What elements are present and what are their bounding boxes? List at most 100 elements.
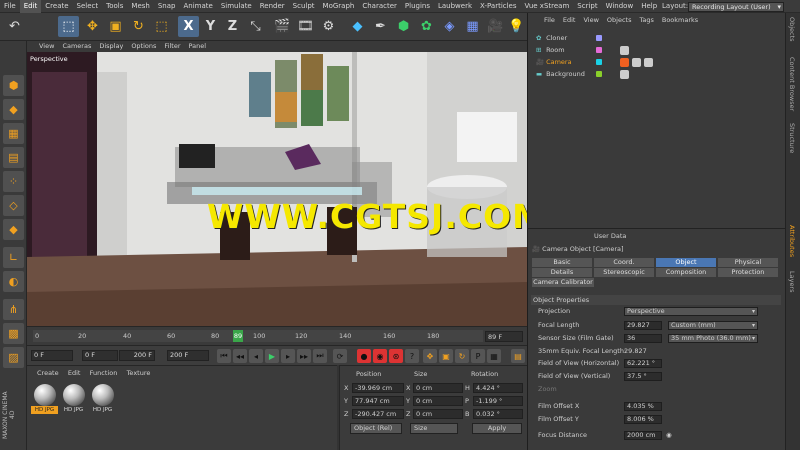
next-frame-icon[interactable]: ▸ xyxy=(281,349,295,363)
sensor-size-field[interactable]: 36 xyxy=(624,334,662,343)
side-tab-layers[interactable]: Layers xyxy=(788,271,796,293)
points-mode-icon[interactable]: ⁘ xyxy=(3,171,24,192)
mat-menu-function[interactable]: Function xyxy=(90,369,118,377)
coord-mode-dropdown[interactable]: Object (Rel) xyxy=(350,423,402,434)
floor-icon[interactable]: ▦ xyxy=(462,16,483,37)
render-pv-icon[interactable]: 🎞 xyxy=(295,16,316,37)
fov-vertical-field[interactable]: 37.5 ° xyxy=(624,372,662,381)
timeline-window-icon[interactable]: ▤ xyxy=(511,349,525,363)
menu-edit[interactable]: Edit xyxy=(19,0,42,13)
tab-stereoscopic[interactable]: Stereoscopic xyxy=(594,268,654,277)
focal-length-field[interactable]: 29.827 xyxy=(624,321,662,330)
viewport[interactable]: Perspective WWW.CGTSJ.COM xyxy=(27,52,527,326)
object-row-cloner[interactable]: ✿ Cloner xyxy=(536,33,781,44)
protection-tag-icon[interactable] xyxy=(620,58,629,67)
cube-icon[interactable]: ◆ xyxy=(347,16,368,37)
move-icon[interactable]: ✥ xyxy=(82,16,103,37)
material-swatch[interactable]: HD JPG xyxy=(60,384,87,420)
play-icon[interactable]: ▶ xyxy=(265,349,279,363)
material-tag-icon[interactable] xyxy=(620,46,629,55)
position-z-field[interactable]: -290.427 cm xyxy=(352,409,404,419)
projection-dropdown[interactable]: Perspective xyxy=(624,307,758,316)
side-tab-objects[interactable]: Objects xyxy=(788,17,796,42)
tab-camera-calibrator[interactable]: Camera Calibrator xyxy=(532,278,594,287)
position-x-field[interactable]: -39.969 cm xyxy=(352,383,404,393)
menu-file[interactable]: File xyxy=(0,0,20,13)
go-to-start-icon[interactable]: ⏮ xyxy=(217,349,231,363)
fov-horizontal-field[interactable]: 62.221 ° xyxy=(624,359,662,368)
menu-mesh[interactable]: Mesh xyxy=(127,0,153,13)
vp-menu-cameras[interactable]: Cameras xyxy=(58,41,95,52)
om-menu-edit[interactable]: Edit xyxy=(559,15,580,26)
rotation-b-field[interactable]: 0.032 ° xyxy=(473,409,523,419)
om-menu-bookmarks[interactable]: Bookmarks xyxy=(658,15,702,26)
render-view-icon[interactable]: 🎬 xyxy=(272,16,293,37)
pen-spline-icon[interactable]: ✒ xyxy=(370,16,391,37)
tab-physical[interactable]: Physical xyxy=(718,258,778,267)
snapping-icon[interactable]: ⋔ xyxy=(3,299,24,320)
cloner-icon[interactable]: ✿ xyxy=(416,16,437,37)
pick-focus-icon[interactable]: ◉ xyxy=(666,430,672,441)
object-row-camera[interactable]: 🎥 Camera xyxy=(536,57,781,68)
vp-menu-options[interactable]: Options xyxy=(127,41,160,52)
live-selection-icon[interactable]: ⬚ xyxy=(58,16,79,37)
lock-workplane-icon[interactable]: ▨ xyxy=(3,347,24,368)
menu-snap[interactable]: Snap xyxy=(154,0,180,13)
object-row-background[interactable]: ▬ Background xyxy=(536,69,781,80)
side-tab-attributes[interactable]: Attributes xyxy=(788,225,796,257)
om-menu-file[interactable]: File xyxy=(540,15,559,26)
playhead[interactable]: 89 xyxy=(233,330,243,342)
vp-menu-filter[interactable]: Filter xyxy=(160,41,184,52)
coordinate-system-icon[interactable]: ⤡ xyxy=(245,16,266,37)
om-menu-tags[interactable]: Tags xyxy=(635,15,657,26)
current-frame-field[interactable]: 89 F xyxy=(485,331,523,342)
menu-vue-xstream[interactable]: Vue xStream xyxy=(521,0,574,13)
axis-mode-icon[interactable]: ∟ xyxy=(3,247,24,268)
vp-menu-display[interactable]: Display xyxy=(95,41,127,52)
focal-preset-dropdown[interactable]: Custom (mm) xyxy=(668,321,758,330)
auto-key-icon[interactable]: ◉ xyxy=(373,349,387,363)
scale-icon[interactable]: ▣ xyxy=(105,16,126,37)
tab-coord[interactable]: Coord. xyxy=(594,258,654,267)
rotate-icon[interactable]: ↻ xyxy=(128,16,149,37)
menu-mograph[interactable]: MoGraph xyxy=(319,0,359,13)
recent-tool-icon[interactable]: ⬚ xyxy=(151,16,172,37)
rotation-p-field[interactable]: -1.199 ° xyxy=(473,396,523,406)
menu-window[interactable]: Window xyxy=(602,0,638,13)
material-swatch[interactable]: HD JPG xyxy=(31,384,58,420)
camera-icon[interactable]: 🎥 xyxy=(485,16,506,37)
layout-select[interactable]: Recording Layout (User) xyxy=(688,2,784,12)
compositing-tag-icon[interactable] xyxy=(644,58,653,67)
make-editable-icon[interactable]: ⬢ xyxy=(3,75,24,96)
workplane-icon[interactable]: ▤ xyxy=(3,147,24,168)
tab-composition[interactable]: Composition xyxy=(656,268,716,277)
y-axis-icon[interactable]: Y xyxy=(200,16,221,37)
key-scale-icon[interactable]: ▣ xyxy=(439,349,453,363)
sensor-preset-dropdown[interactable]: 35 mm Photo (36.0 mm) xyxy=(668,334,758,343)
key-rotation-icon[interactable]: ↻ xyxy=(455,349,469,363)
mat-menu-edit[interactable]: Edit xyxy=(68,369,81,377)
keyframe-selection-icon[interactable]: ⊛ xyxy=(389,349,403,363)
tab-basic[interactable]: Basic xyxy=(532,258,592,267)
side-tab-structure[interactable]: Structure xyxy=(788,123,796,153)
mat-menu-texture[interactable]: Texture xyxy=(127,369,151,377)
size-x-field[interactable]: 0 cm xyxy=(413,383,463,393)
prev-key-icon[interactable]: ◂◂ xyxy=(233,349,247,363)
go-to-end-icon[interactable]: ⏭ xyxy=(313,349,327,363)
menu-x-particles[interactable]: X-Particles xyxy=(476,0,520,13)
tab-protection[interactable]: Protection xyxy=(718,268,778,277)
size-y-field[interactable]: 0 cm xyxy=(413,396,463,406)
render-settings-icon[interactable]: ⚙ xyxy=(318,16,339,37)
enable-snap-icon[interactable]: ▩ xyxy=(3,323,24,344)
tab-details[interactable]: Details xyxy=(532,268,592,277)
key-pla-icon[interactable]: ▦ xyxy=(487,349,501,363)
model-mode-icon[interactable]: ◆ xyxy=(3,99,24,120)
object-name[interactable]: Camera xyxy=(546,58,572,66)
material-swatch[interactable]: HD JPG xyxy=(89,384,116,420)
om-menu-objects[interactable]: Objects xyxy=(603,15,636,26)
texture-mode-icon[interactable]: ▦ xyxy=(3,123,24,144)
rotation-h-field[interactable]: 4.424 ° xyxy=(473,383,523,393)
edges-mode-icon[interactable]: ◇ xyxy=(3,195,24,216)
user-data-menu[interactable]: User Data xyxy=(594,232,626,240)
min-frame-field[interactable]: 0 F xyxy=(82,350,118,361)
